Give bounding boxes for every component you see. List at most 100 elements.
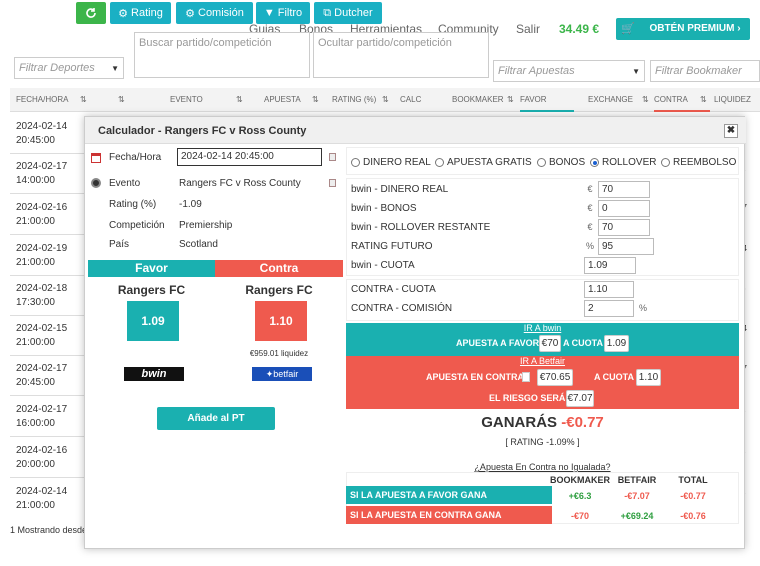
unit-label: € bbox=[587, 203, 593, 213]
contra-liquidity: €959.01 liquidez bbox=[249, 349, 309, 358]
external-link-icon: ⧉ bbox=[323, 6, 332, 19]
sort-icon[interactable]: ⇅ bbox=[118, 88, 125, 112]
ir-a-betfair-link[interactable]: IR A Betfair bbox=[346, 356, 739, 366]
bonos-input[interactable]: 0 bbox=[598, 200, 650, 217]
funnel-icon: ▼ bbox=[263, 7, 275, 19]
th-bookmaker[interactable]: BOOKMAKER bbox=[452, 88, 504, 112]
contra-cuota-input[interactable]: 1.10 bbox=[584, 281, 634, 298]
bwin-logo[interactable]: bwin bbox=[124, 367, 184, 381]
favor-result-band: IR A bwin APUESTA A FAVOR €70 A CUOTA 1.… bbox=[346, 323, 739, 356]
th-rating[interactable]: RATING (%) bbox=[332, 88, 376, 112]
soccer-ball-icon bbox=[91, 178, 101, 188]
contra-comision-input[interactable]: 2 bbox=[584, 300, 634, 317]
copy-icon[interactable] bbox=[329, 179, 336, 187]
sort-icon[interactable]: ⇅ bbox=[507, 88, 514, 112]
contra-odds-button[interactable]: 1.10 bbox=[255, 301, 307, 341]
premium-button[interactable]: OBTÉN PREMIUM › bbox=[640, 18, 750, 40]
pagination-info: 1 Mostrando desde 1 bbox=[10, 525, 95, 535]
add-to-pt-button[interactable]: Añade al PT bbox=[157, 407, 275, 430]
contra-team: Rangers FC bbox=[245, 283, 313, 297]
table-row[interactable]: 2024-02-15 21:00:00 bbox=[10, 316, 85, 356]
table-row[interactable]: 2024-02-19 21:00:00 bbox=[10, 236, 85, 276]
rating-button[interactable]: ⚙ Rating bbox=[110, 2, 171, 24]
sort-icon[interactable]: ⇅ bbox=[80, 88, 87, 112]
competicion-label: Competición bbox=[109, 220, 165, 231]
refresh-button[interactable] bbox=[76, 2, 106, 24]
ir-a-bwin-link[interactable]: IR A bwin bbox=[346, 323, 739, 333]
sort-icon[interactable]: ⇅ bbox=[700, 88, 707, 112]
betfair-logo[interactable]: ✦betfair bbox=[252, 367, 312, 381]
balance: 34.49 € bbox=[559, 22, 600, 36]
th-favor[interactable]: FAVOR bbox=[520, 88, 574, 112]
modal-title: Calculador - Rangers FC v Ross County bbox=[98, 125, 307, 137]
sort-icon[interactable]: ⇅ bbox=[642, 88, 649, 112]
pnl-cell: -€7.07 bbox=[624, 491, 650, 501]
gears-icon: ⚙ bbox=[185, 7, 195, 20]
bwin-cuota-input[interactable]: 1.09 bbox=[584, 257, 636, 274]
rating-futuro-input[interactable]: 95 bbox=[598, 238, 654, 255]
table-row[interactable]: 2024-02-16 21:00:00 bbox=[10, 195, 85, 235]
th-fecha[interactable]: FECHA/HORA bbox=[16, 88, 68, 112]
filter-bookmaker-select[interactable]: Filtrar Bookmaker bbox=[650, 60, 760, 82]
input-label: bwin - DINERO REAL bbox=[351, 184, 449, 195]
mode-bonos[interactable]: BONOS bbox=[537, 157, 585, 168]
rating-summary: [ RATING -1.09% ] bbox=[505, 437, 580, 447]
filtro-button[interactable]: ▼ Filtro bbox=[256, 2, 310, 24]
chevron-down-icon: ▼ bbox=[632, 66, 640, 76]
comision-button[interactable]: ⚙ Comisión bbox=[176, 2, 253, 24]
filter-apuestas-select[interactable]: Filtrar Apuestas ▼ bbox=[493, 60, 645, 82]
sort-icon[interactable]: ⇅ bbox=[382, 88, 389, 112]
th-liquidez[interactable]: LIQUIDEZ bbox=[714, 88, 751, 112]
table-row[interactable]: 2024-02-14 21:00:00 bbox=[10, 479, 85, 519]
clipboard-icon[interactable] bbox=[522, 372, 530, 382]
table-row[interactable]: 2024-02-16 20:00:00 bbox=[10, 438, 85, 478]
evento-value: Rangers FC v Ross County bbox=[179, 178, 301, 189]
filter-deportes-select[interactable]: Filtrar Deportes ▼ bbox=[14, 57, 124, 79]
cart-button[interactable]: 🛒 bbox=[616, 18, 640, 40]
modal-header: Calculador - Rangers FC v Ross County ✖ bbox=[85, 117, 746, 144]
mode-dinero-real[interactable]: DINERO REAL bbox=[351, 157, 431, 168]
close-icon[interactable]: ✖ bbox=[724, 124, 738, 138]
rollover-restante-input[interactable]: 70 bbox=[598, 219, 650, 236]
th-calc[interactable]: CALC bbox=[400, 88, 421, 112]
table-row[interactable]: 2024-02-17 14:00:00 bbox=[10, 154, 85, 194]
table-row[interactable]: 2024-02-17 20:45:00 bbox=[10, 356, 85, 396]
th-apuesta[interactable]: APUESTA bbox=[264, 88, 301, 112]
pnl-cell: +€69.24 bbox=[620, 511, 654, 521]
apuesta-no-igualada-link[interactable]: ¿Apuesta En Contra no Igualada? bbox=[346, 462, 739, 472]
cart-icon: 🛒 bbox=[621, 23, 635, 35]
sort-icon[interactable]: ⇅ bbox=[312, 88, 319, 112]
ocultar-partido-input[interactable]: Ocultar partido/competición bbox=[313, 32, 489, 78]
fecha-input[interactable]: 2024-02-14 20:45:00 bbox=[177, 148, 322, 166]
buscar-partido-input[interactable]: Buscar partido/competición bbox=[134, 32, 310, 78]
mode-rollover[interactable]: ROLLOVER bbox=[590, 157, 656, 168]
favor-odds-button[interactable]: 1.09 bbox=[127, 301, 179, 341]
favor-team: Rangers FC bbox=[117, 283, 186, 297]
unit-label: € bbox=[587, 184, 593, 194]
copy-icon[interactable] bbox=[329, 153, 336, 161]
nav-salir[interactable]: Salir bbox=[516, 22, 540, 36]
favor-text: APUESTA A FAVOR bbox=[456, 338, 540, 348]
contra-odds: 1.10 bbox=[636, 369, 661, 386]
pnl-header: BOOKMAKER bbox=[550, 475, 610, 485]
dutcher-button[interactable]: ⧉ Dutcher bbox=[314, 2, 382, 24]
pnl-header: BETFAIR bbox=[617, 475, 657, 485]
table-row[interactable]: 2024-02-14 20:45:00 bbox=[10, 114, 85, 154]
unit-label: € bbox=[587, 222, 593, 232]
dinero-real-input[interactable]: 70 bbox=[598, 181, 650, 198]
sort-icon[interactable]: ⇅ bbox=[236, 88, 243, 112]
riesgo-amount: €7.07 bbox=[566, 390, 594, 407]
contra-header: Contra bbox=[215, 260, 343, 277]
th-evento[interactable]: EVENTO bbox=[170, 88, 203, 112]
mode-reembolso[interactable]: REEMBOLSO bbox=[661, 157, 736, 168]
ganaras-label: GANARÁS bbox=[481, 414, 558, 431]
table-row[interactable]: 2024-02-18 17:30:00 bbox=[10, 276, 85, 316]
th-exchange[interactable]: EXCHANGE bbox=[588, 88, 633, 112]
input-label: CONTRA - COMISIÓN bbox=[351, 303, 453, 314]
radio-selected-icon bbox=[590, 158, 599, 167]
pnl-row-favor-label: SI LA APUESTA A FAVOR GANA bbox=[346, 486, 552, 504]
competicion-value: Premiership bbox=[179, 220, 233, 231]
table-row[interactable]: 2024-02-17 16:00:00 bbox=[10, 397, 85, 437]
ganaras-value: -€0.77 bbox=[561, 414, 604, 431]
mode-apuesta-gratis[interactable]: APUESTA GRATIS bbox=[435, 157, 532, 168]
